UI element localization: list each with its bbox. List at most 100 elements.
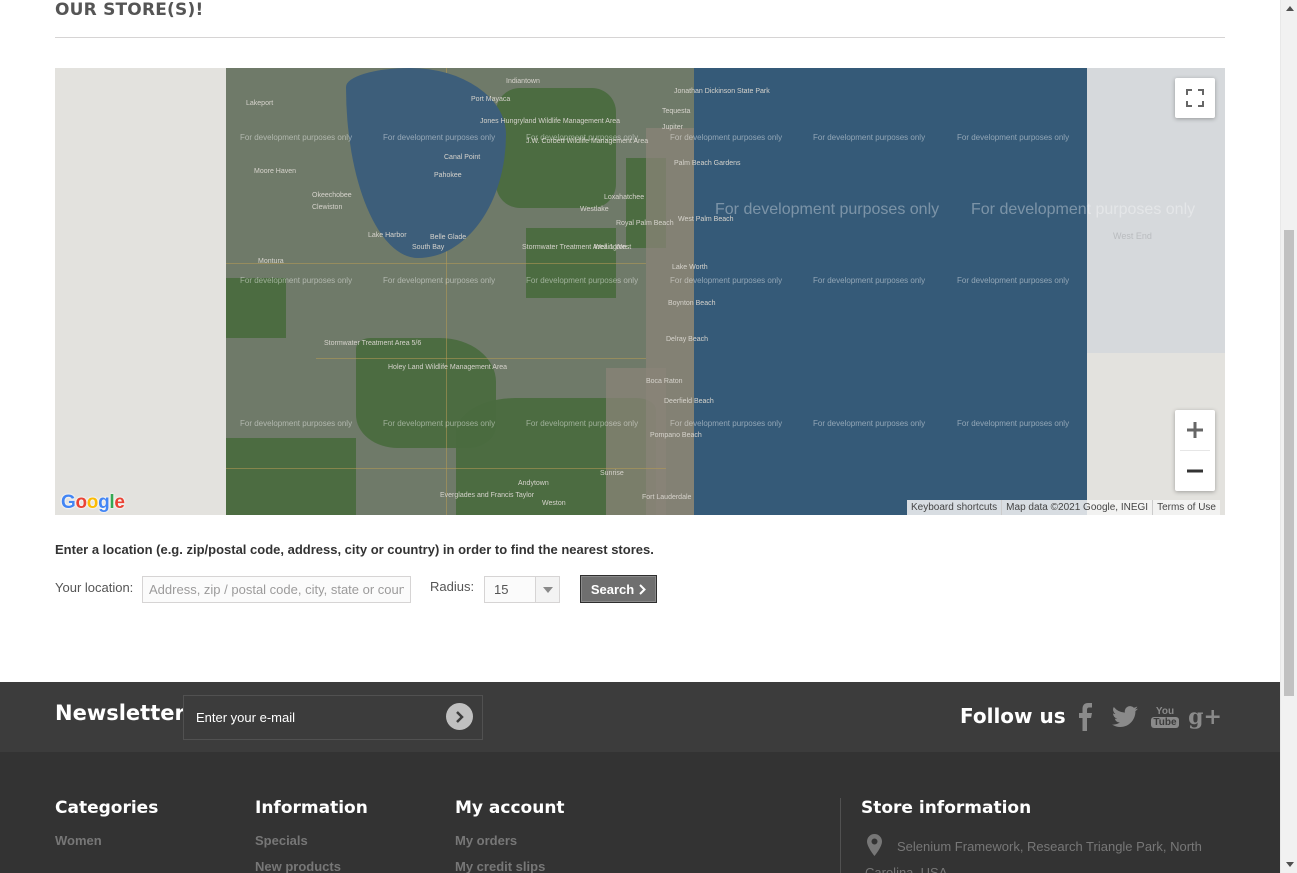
map-place-label: Tequesta <box>662 108 691 115</box>
newsletter-title: Newsletter <box>55 701 185 725</box>
twitter-link[interactable] <box>1110 701 1140 733</box>
footer-link-new-products[interactable]: New products <box>255 859 341 873</box>
minus-icon <box>1187 469 1203 473</box>
map-place-label: Canal Point <box>444 154 481 161</box>
map-watermark: For development purposes only <box>813 276 926 285</box>
map-data-credit: Map data ©2021 Google, INEGI <box>1001 500 1153 515</box>
map-place-label: Everglades and Francis Taylor <box>440 492 535 499</box>
map-watermark: For development purposes only <box>383 419 496 428</box>
newsletter-email-input[interactable] <box>183 695 483 740</box>
map-place-label: Lake Harbor <box>368 232 407 239</box>
map-watermark: For development purposes only <box>240 419 353 428</box>
map-place-label: Boynton Beach <box>668 300 716 307</box>
map-place-label: Jonathan Dickinson State Park <box>674 88 770 95</box>
map-watermark: For development purposes only <box>383 276 496 285</box>
map-watermark: For development purposes only <box>957 419 1070 428</box>
footer-store-info-title: Store information <box>861 798 1032 818</box>
map-place-label: Lakeport <box>246 100 274 107</box>
map-place-label: Indiantown <box>506 78 540 85</box>
map-place-label: Clewiston <box>312 204 343 211</box>
store-map[interactable]: Indiantown Port Mayaca Jupiter Tequesta … <box>55 68 1225 515</box>
map-watermark: For development purposes only <box>526 276 639 285</box>
map-place-label: Pompano Beach <box>650 432 702 439</box>
follow-us-title: Follow us <box>960 704 1066 728</box>
map-place-label: Palm Beach Gardens <box>674 160 741 167</box>
terms-of-use-link[interactable]: Terms of Use <box>1152 500 1220 515</box>
page-title: OUR STORE(S)! <box>55 0 204 20</box>
store-address: Selenium Framework, Research Triangle Pa… <box>897 839 1202 854</box>
keyboard-shortcuts-link[interactable]: Keyboard shortcuts <box>907 500 1002 515</box>
radius-value: 15 <box>494 582 509 597</box>
google-logo[interactable]: Google <box>61 492 125 514</box>
map-watermark: For development purposes only <box>526 419 639 428</box>
footer-my-account-title[interactable]: My account <box>455 798 565 818</box>
footer-categories-title[interactable]: Categories <box>55 798 158 818</box>
zoom-out-button[interactable] <box>1175 451 1215 491</box>
triangle-up-icon <box>1285 5 1294 11</box>
map-place-label: Andytown <box>518 480 549 487</box>
map-place-label: Montura <box>258 258 284 265</box>
map-place-label: Fort Lauderdale <box>642 494 692 501</box>
map-place-label: Pahokee <box>434 172 462 179</box>
locator-help-text: Enter a location (e.g. zip/postal code, … <box>55 542 654 557</box>
map-place-label: South Bay <box>412 244 445 251</box>
google-logo-letter: o <box>75 492 87 513</box>
map-feature <box>226 438 356 515</box>
map-watermark: For development purposes only <box>957 276 1070 285</box>
map-place-label: Royal Palm Beach <box>616 220 674 227</box>
radius-label: Radius: <box>430 579 475 594</box>
location-input[interactable] <box>142 576 411 603</box>
google-plus-icon: g+ <box>1188 704 1222 730</box>
map-place-label: Port Mayaca <box>471 96 511 103</box>
map-watermark: For development purposes only <box>813 133 926 142</box>
chevron-down-icon <box>542 586 553 593</box>
map-watermark: For development purposes only <box>813 419 926 428</box>
map-feature <box>226 278 286 338</box>
store-address-line2: Carolina, USA <box>865 865 948 873</box>
footer-link-women[interactable]: Women <box>55 833 102 848</box>
zoom-in-button[interactable] <box>1175 410 1215 450</box>
youtube-link[interactable]: You Tube <box>1150 701 1180 733</box>
map-watermark: For development purposes only <box>240 133 353 142</box>
scroll-down-arrow[interactable] <box>1285 860 1294 868</box>
youtube-icon-text: Tube <box>1151 717 1179 728</box>
footer: Categories Women Information Specials Ne… <box>0 752 1280 873</box>
fullscreen-button[interactable] <box>1175 78 1215 118</box>
map-place-label: Moore Haven <box>254 168 297 175</box>
google-plus-link[interactable]: g+ <box>1188 701 1222 733</box>
page-scrollbar[interactable] <box>1280 0 1297 873</box>
dropdown-arrow[interactable] <box>535 577 559 602</box>
map-watermark: For development purposes only <box>670 419 783 428</box>
map-feature <box>606 368 666 515</box>
map-feature <box>226 263 646 264</box>
location-label: Your location: <box>55 580 134 595</box>
footer-link-my-credit-slips[interactable]: My credit slips <box>455 859 545 873</box>
youtube-icon: You Tube <box>1151 706 1179 728</box>
footer-divider <box>840 798 841 873</box>
search-button[interactable]: Search <box>580 575 657 603</box>
chevron-right-icon <box>455 710 464 723</box>
footer-link-my-orders[interactable]: My orders <box>455 833 517 848</box>
map-place-label: Lake Worth <box>672 264 708 271</box>
google-logo-letter: e <box>114 492 125 513</box>
map-place-label: Okeechobee <box>312 192 352 199</box>
footer-link-specials[interactable]: Specials <box>255 833 308 848</box>
radius-select[interactable]: 15 <box>484 576 560 603</box>
map-watermark: For development purposes only <box>670 276 783 285</box>
map-watermark: For development purposes only <box>240 276 353 285</box>
fullscreen-icon <box>1186 89 1204 107</box>
youtube-icon-text: You <box>1155 706 1175 717</box>
newsletter-band: Newsletter Follow us You Tube g+ <box>0 682 1280 752</box>
google-logo-letter: o <box>86 492 99 513</box>
map-place-label: Sunrise <box>600 470 624 477</box>
facebook-link[interactable] <box>1070 701 1100 733</box>
map-feature <box>496 88 616 208</box>
facebook-icon <box>1079 703 1092 731</box>
search-button-label: Search <box>590 581 635 597</box>
scrollbar-thumb[interactable] <box>1284 230 1294 696</box>
map-watermark: For development purposes only <box>670 133 783 142</box>
scroll-up-arrow[interactable] <box>1285 4 1294 12</box>
newsletter-submit-button[interactable] <box>446 703 473 730</box>
map-place-label: Stormwater Treatment Area 5/6 <box>324 340 422 347</box>
map-place-label: Deerfield Beach <box>664 398 714 405</box>
